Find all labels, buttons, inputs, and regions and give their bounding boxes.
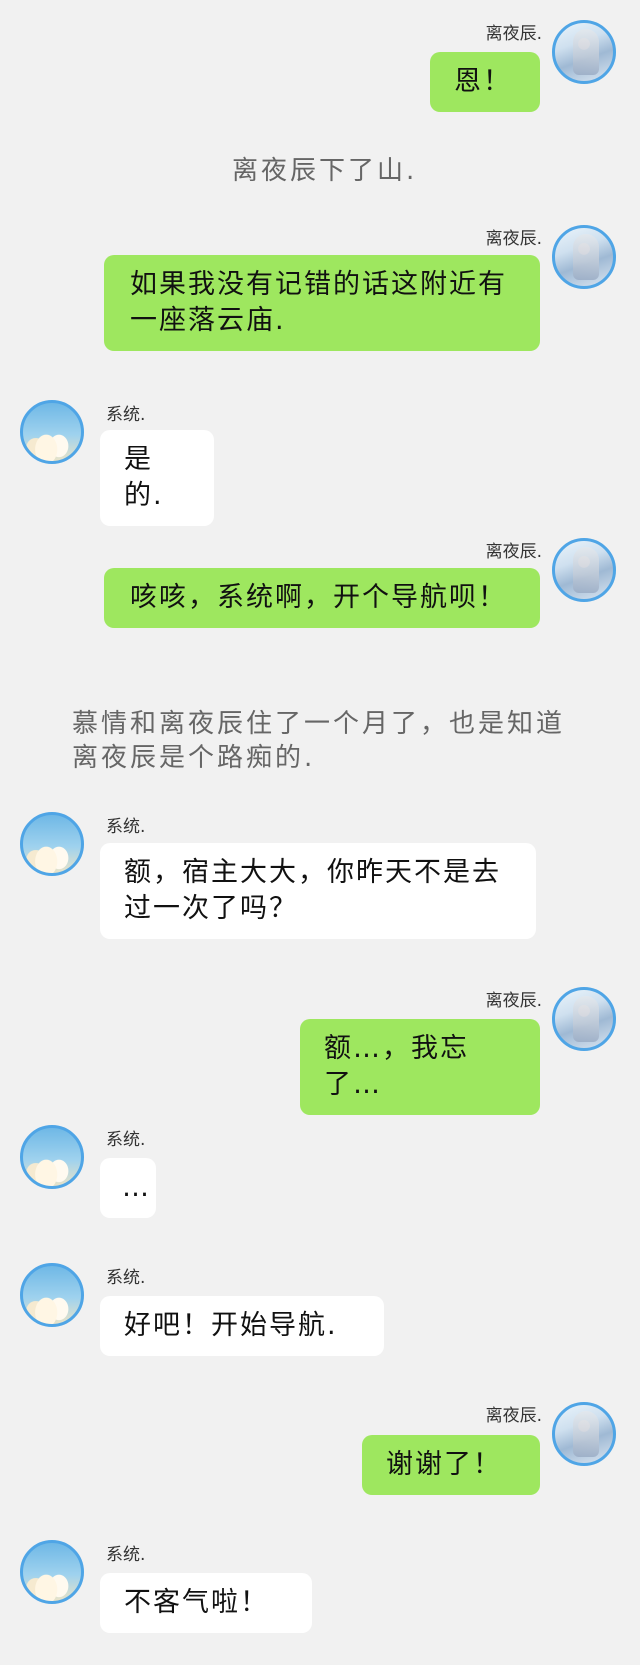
sender-name: 系统. — [106, 1130, 146, 1150]
avatar-user[interactable] — [552, 225, 616, 289]
sender-name: 系统. — [106, 1545, 146, 1565]
avatar-system[interactable] — [20, 400, 84, 464]
avatar-user[interactable] — [552, 20, 616, 84]
sender-name: 离夜辰. — [485, 991, 542, 1011]
message-bubble-user[interactable]: 额…，我忘了… — [300, 1019, 540, 1115]
message-bubble-system[interactable]: 额，宿主大大，你昨天不是去过一次了吗？ — [100, 843, 536, 939]
avatar-user[interactable] — [552, 538, 616, 602]
sender-name: 离夜辰. — [485, 24, 542, 44]
sender-name: 离夜辰. — [485, 542, 542, 562]
sender-name: 系统. — [106, 405, 146, 425]
sender-name: 离夜辰. — [485, 229, 542, 249]
narration-text: 离夜辰下了山. — [232, 156, 418, 186]
sender-name: 系统. — [106, 1268, 146, 1288]
message-bubble-user[interactable]: 恩！ — [430, 52, 540, 112]
narration-text: 慕情和离夜辰住了一个月了，也是知道离夜辰是个路痴的. — [72, 709, 566, 773]
avatar-system[interactable] — [20, 1540, 84, 1604]
avatar-system[interactable] — [20, 1263, 84, 1327]
message-bubble-user[interactable]: 咳咳，系统啊，开个导航呗！ — [104, 568, 540, 628]
message-bubble-user[interactable]: 谢谢了！ — [362, 1435, 540, 1495]
avatar-user[interactable] — [552, 987, 616, 1051]
avatar-system[interactable] — [20, 1125, 84, 1189]
sender-name: 系统. — [106, 817, 146, 837]
message-bubble-system[interactable]: 不客气啦！ — [100, 1573, 312, 1633]
message-bubble-system[interactable]: 好吧！开始导航. — [100, 1296, 384, 1356]
avatar-user[interactable] — [552, 1402, 616, 1466]
message-bubble-system[interactable]: 是的. — [100, 430, 214, 526]
avatar-system[interactable] — [20, 812, 84, 876]
sender-name: 离夜辰. — [485, 1406, 542, 1426]
message-bubble-system[interactable]: … — [100, 1158, 156, 1218]
message-bubble-user[interactable]: 如果我没有记错的话这附近有一座落云庙. — [104, 255, 540, 351]
